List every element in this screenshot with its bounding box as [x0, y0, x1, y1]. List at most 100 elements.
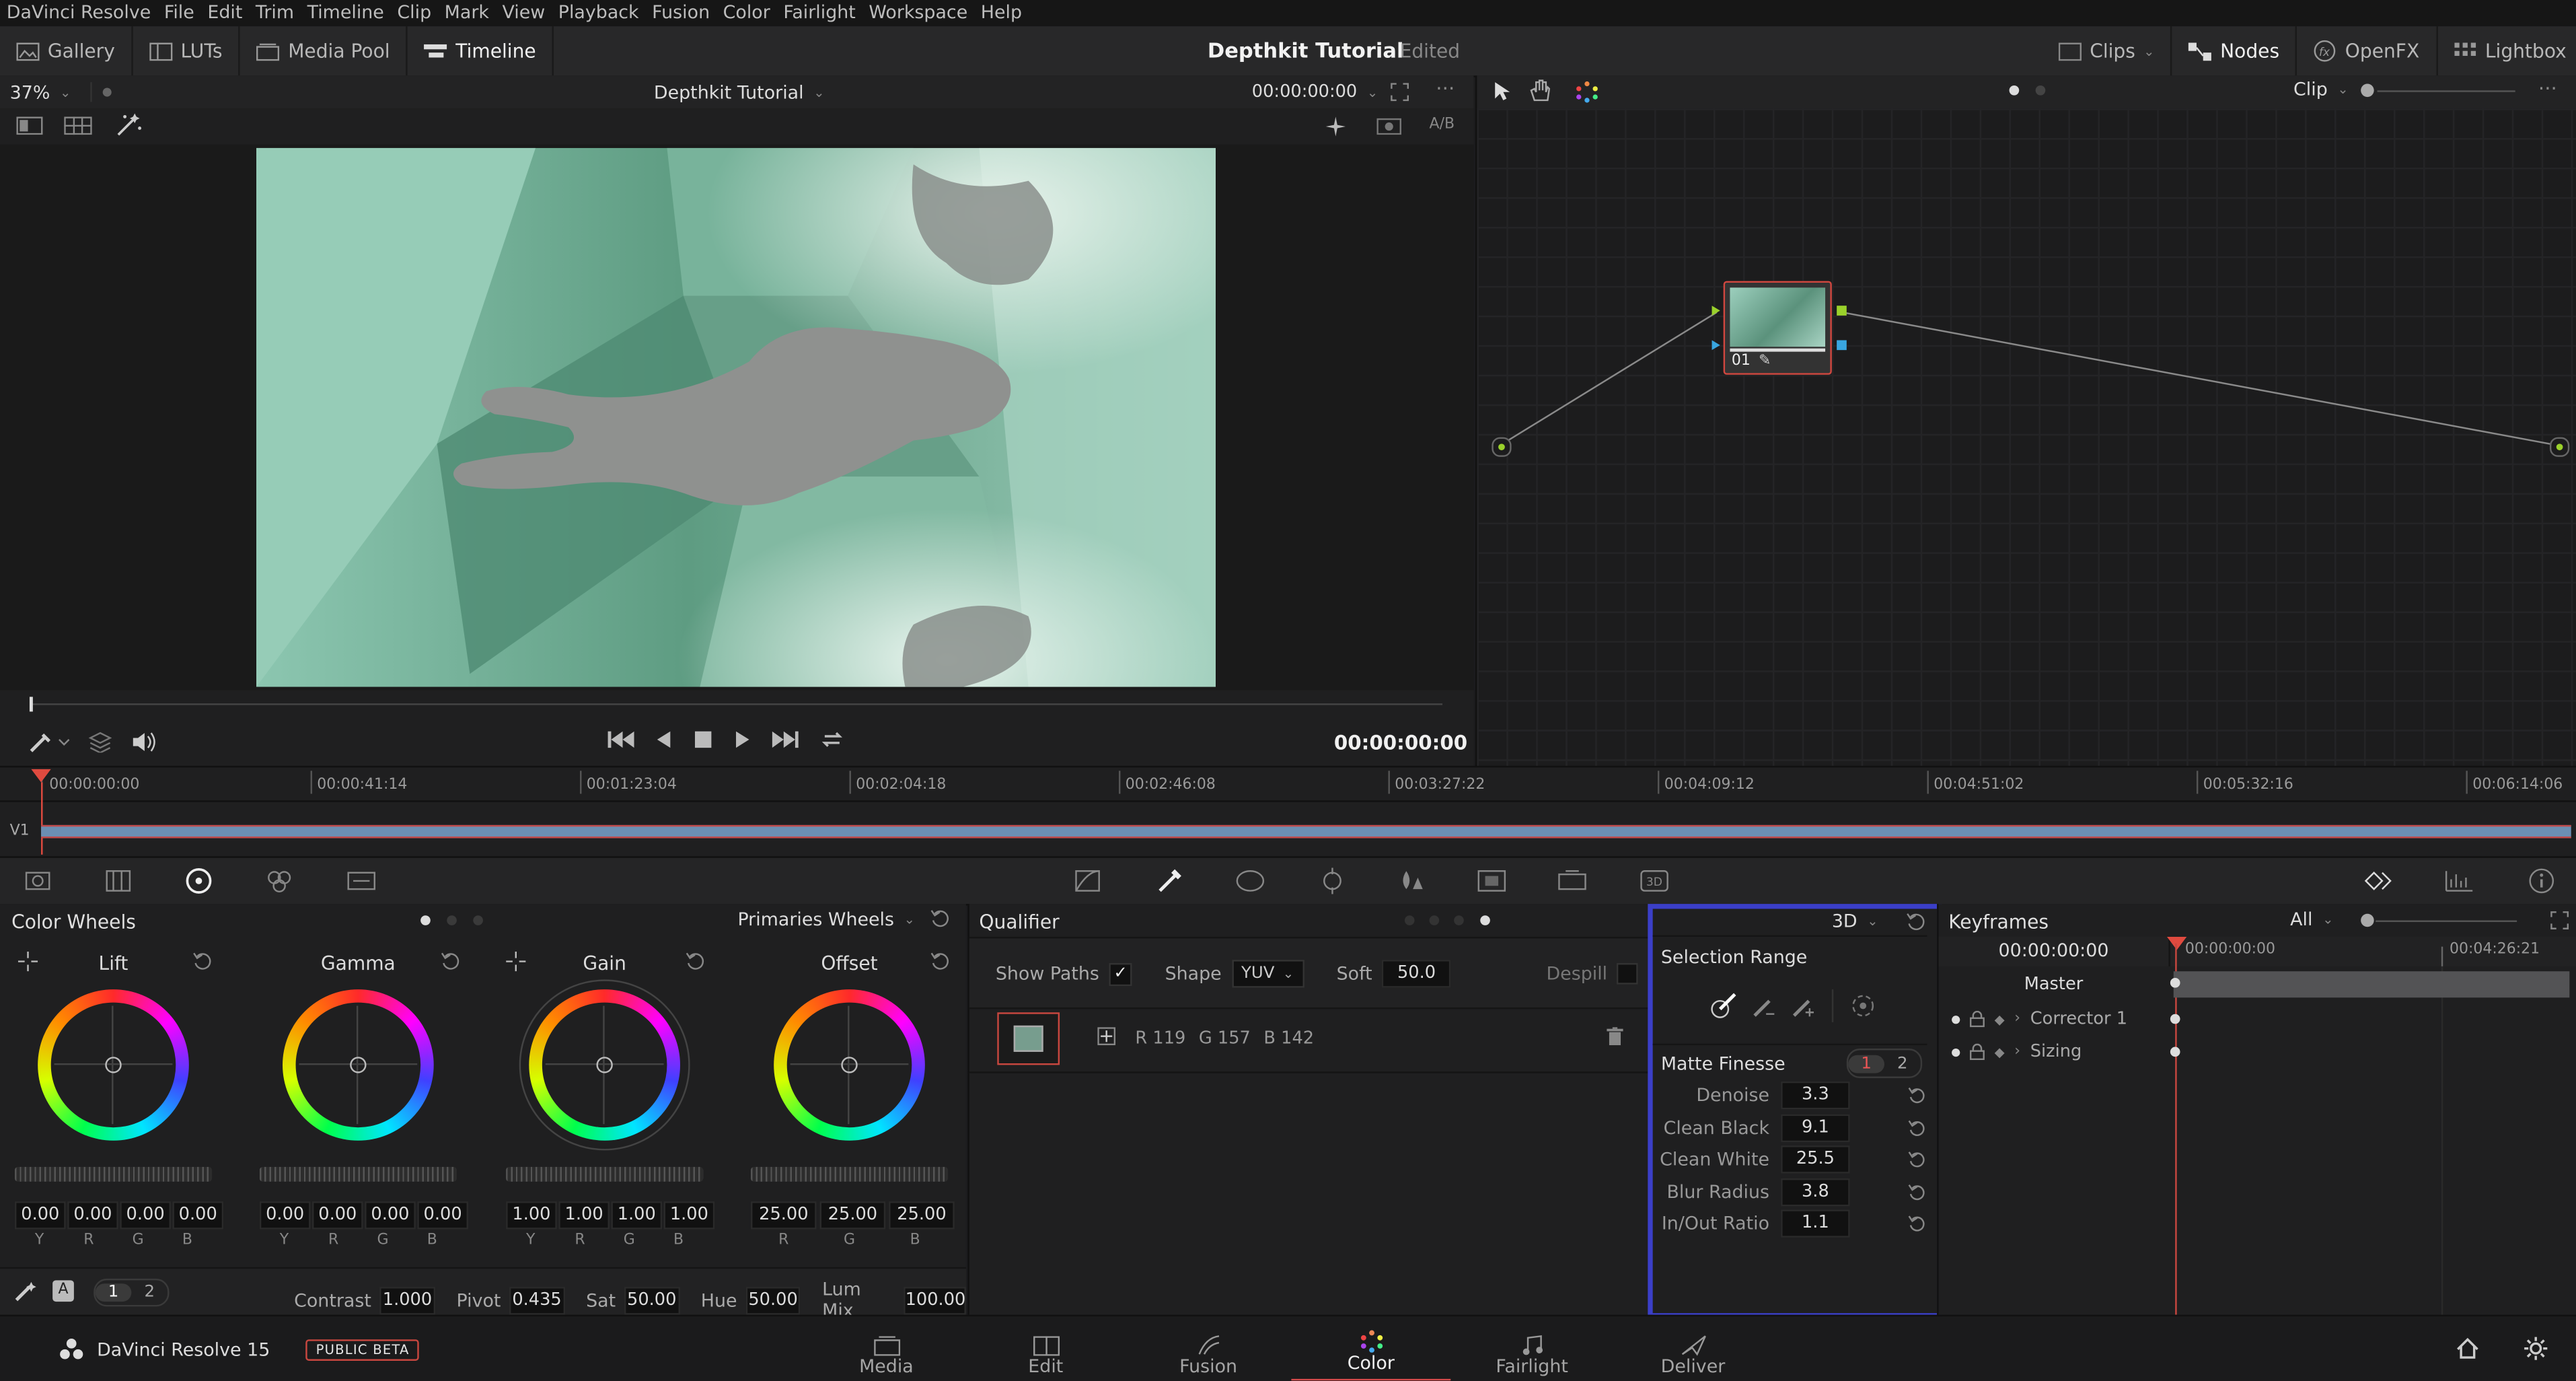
play-icon[interactable]	[735, 730, 751, 749]
luts-button[interactable]: LUTs	[133, 26, 241, 76]
skip-to-start-icon[interactable]	[608, 730, 634, 749]
lightbox-button[interactable]: Lightbox	[2437, 26, 2576, 75]
node-input-rgb[interactable]	[1712, 306, 1720, 316]
reset-icon[interactable]	[440, 952, 459, 971]
more-options-icon[interactable]: ···	[1436, 77, 1455, 100]
clips-button[interactable]: Clips ⌄	[2042, 26, 2173, 76]
matte-page-1[interactable]: 1	[1848, 1054, 1884, 1073]
in-out-ratio-field[interactable]: 1.1	[1781, 1209, 1850, 1238]
node-input-key[interactable]	[1712, 340, 1720, 351]
expand-icon[interactable]	[1390, 82, 1409, 102]
menu-clip[interactable]: Clip	[391, 0, 438, 26]
sparkle-icon[interactable]	[1324, 115, 1349, 138]
motion-effects-icon[interactable]	[338, 858, 384, 904]
more-options-icon[interactable]: ···	[2538, 77, 2557, 100]
sizing-icon[interactable]	[1549, 858, 1595, 904]
auto-balance-icon[interactable]	[15, 1281, 38, 1302]
adjust-page-1[interactable]: 1	[95, 1283, 132, 1302]
lift-r-value[interactable]: 0.00	[67, 1201, 118, 1230]
timeline-clip[interactable]	[41, 824, 2571, 839]
page-tab-media[interactable]: Media	[807, 1316, 966, 1380]
node-editor[interactable]: 01 ✎	[1475, 108, 2576, 766]
blur-icon[interactable]	[1388, 858, 1434, 904]
window-icon[interactable]	[1227, 858, 1273, 904]
qualifier-mode-select[interactable]: 3D	[1832, 911, 1857, 932]
clean-black-field[interactable]: 9.1	[1781, 1114, 1850, 1142]
expand-icon[interactable]	[2550, 911, 2569, 930]
curves-icon[interactable]	[1064, 858, 1110, 904]
scrub-track[interactable]	[29, 703, 1443, 705]
page-dot[interactable]	[1454, 915, 1464, 925]
lift-b-value[interactable]: 0.00	[172, 1201, 224, 1230]
gamma-color-wheel[interactable]	[283, 989, 434, 1141]
show-paths-checkbox[interactable]: ✓	[1109, 962, 1132, 985]
viewer-clip-name[interactable]: Depthkit Tutorial	[654, 81, 804, 103]
skip-to-end-icon[interactable]	[772, 730, 799, 749]
node-output-key[interactable]	[1837, 340, 1847, 351]
camera-raw-icon[interactable]	[15, 858, 61, 904]
dot-menu-icon[interactable]: ●	[102, 85, 112, 99]
output-node[interactable]	[2549, 437, 2570, 457]
rgb-mixer-icon[interactable]	[256, 858, 302, 904]
page-dot[interactable]	[2035, 85, 2046, 96]
page-tab-fairlight[interactable]: Fairlight	[1452, 1316, 1612, 1380]
reset-icon[interactable]	[1907, 1119, 1925, 1137]
gain-r-value[interactable]: 1.00	[558, 1201, 610, 1230]
lift-y-value[interactable]: 0.00	[14, 1201, 66, 1230]
menu-edit[interactable]: Edit	[201, 0, 250, 26]
visibility-dot[interactable]	[1952, 1047, 1960, 1056]
offset-r-value[interactable]: 25.00	[750, 1201, 817, 1230]
despill-checkbox[interactable]	[1617, 963, 1639, 985]
reset-icon[interactable]	[930, 909, 949, 928]
menu-workspace[interactable]: Workspace	[862, 0, 974, 26]
chevron-right-icon[interactable]: ›	[2014, 1011, 2020, 1027]
keyframe-dot[interactable]	[2170, 1014, 2180, 1024]
keyframe-filter-select[interactable]: All	[2290, 909, 2312, 930]
menu-fusion[interactable]: Fusion	[645, 0, 716, 26]
reset-icon[interactable]	[1906, 912, 1925, 931]
page-tab-fusion[interactable]: Fusion	[1129, 1316, 1288, 1380]
grid-view-icon[interactable]	[64, 116, 92, 135]
3d-icon[interactable]: 3D	[1631, 858, 1677, 904]
gain-g-value[interactable]: 1.00	[611, 1201, 663, 1230]
stop-icon[interactable]	[694, 730, 713, 749]
single-view-icon[interactable]	[16, 116, 43, 135]
layers-icon[interactable]	[88, 732, 112, 753]
keyframe-row-sizing[interactable]: ◆ › Sizing	[1939, 1035, 2576, 1068]
gamma-master-wheel[interactable]	[259, 1166, 457, 1182]
menu-mark[interactable]: Mark	[438, 0, 496, 26]
color-dots-icon[interactable]	[1576, 81, 1598, 104]
ab-toggle[interactable]: A/B	[1430, 116, 1455, 133]
matte-page-2[interactable]: 2	[1884, 1055, 1921, 1073]
eyedropper-icon[interactable]	[30, 733, 72, 752]
gallery-button[interactable]: Gallery	[0, 26, 133, 76]
lift-master-wheel[interactable]	[14, 1166, 213, 1182]
corrector-node-01[interactable]: 01 ✎	[1723, 281, 1832, 375]
zoom-level[interactable]: 37%	[10, 81, 50, 103]
menu-playback[interactable]: Playback	[552, 0, 645, 26]
page-dot[interactable]	[447, 915, 457, 925]
timeline-button[interactable]: Timeline	[408, 26, 554, 76]
input-node[interactable]	[1492, 437, 1512, 457]
hand-icon[interactable]	[1530, 79, 1551, 102]
clean-white-field[interactable]: 25.5	[1781, 1145, 1850, 1174]
contrast-field[interactable]: 1.000	[379, 1285, 435, 1314]
gain-master-wheel[interactable]	[506, 1166, 704, 1182]
lift-g-value[interactable]: 0.00	[120, 1201, 171, 1230]
viewer-frame[interactable]	[256, 147, 1216, 687]
keyframes-icon[interactable]	[2356, 858, 2402, 904]
reset-icon[interactable]	[930, 952, 949, 971]
lock-icon[interactable]	[1969, 1043, 1985, 1061]
blur-radius-field[interactable]: 3.8	[1781, 1178, 1850, 1206]
color-match-icon[interactable]	[96, 858, 141, 904]
menu-file[interactable]: File	[157, 0, 201, 26]
menu-color[interactable]: Color	[716, 0, 777, 26]
page-tab-deliver[interactable]: Deliver	[1613, 1316, 1773, 1380]
viewer-header-timecode[interactable]: 00:00:00:00	[1252, 82, 1357, 102]
picker-icon[interactable]	[1710, 993, 1736, 1019]
mini-timeline[interactable]: 00:00:00:00 00:00:41:14 00:01:23:04 00:0…	[0, 765, 2576, 857]
keyframe-dot[interactable]	[2170, 1047, 2180, 1057]
reset-icon[interactable]	[1907, 1151, 1925, 1169]
matte-page-toggle[interactable]: 1 2	[1846, 1048, 1923, 1078]
page-dot[interactable]	[1404, 915, 1415, 925]
